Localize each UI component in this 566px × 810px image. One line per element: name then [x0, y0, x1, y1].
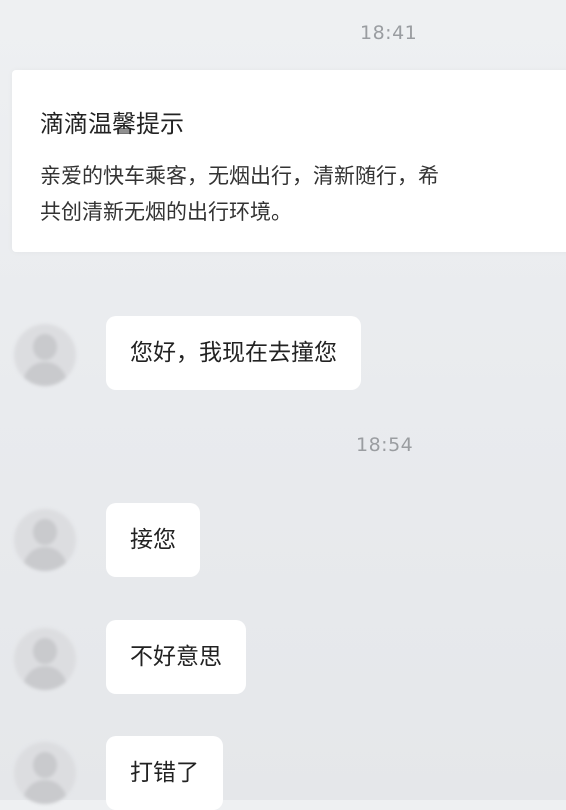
avatar-head-shape — [33, 519, 57, 545]
message-timestamp: 18:41 — [360, 22, 418, 44]
message-bubble[interactable]: 接您 — [106, 503, 200, 577]
notice-body: 亲爱的快车乘客，无烟出行，清新随行，希 共创清新无烟的出行环境。 — [40, 158, 566, 230]
avatar-shoulders-shape — [23, 780, 67, 804]
message-bubble[interactable]: 不好意思 — [106, 620, 246, 694]
avatar-shoulders-shape — [23, 362, 67, 386]
avatar-shoulders-shape — [23, 666, 67, 690]
avatar[interactable] — [14, 742, 76, 804]
system-notice-card: 滴滴温馨提示 亲爱的快车乘客，无烟出行，清新随行，希 共创清新无烟的出行环境。 — [12, 70, 566, 252]
avatar-head-shape — [33, 638, 57, 664]
notice-line: 共创清新无烟的出行环境。 — [40, 200, 292, 224]
notice-line: 亲爱的快车乘客，无烟出行，清新随行，希 — [40, 164, 439, 188]
message-bubble[interactable]: 您好，我现在去撞您 — [106, 316, 361, 390]
avatar-head-shape — [33, 752, 57, 778]
avatar[interactable] — [14, 509, 76, 571]
avatar[interactable] — [14, 628, 76, 690]
avatar[interactable] — [14, 324, 76, 386]
message-bubble[interactable]: 打错了 — [106, 736, 223, 810]
avatar-shoulders-shape — [23, 547, 67, 571]
chat-conversation: 18:41 滴滴温馨提示 亲爱的快车乘客，无烟出行，清新随行，希 共创清新无烟的… — [0, 0, 566, 810]
avatar-head-shape — [33, 334, 57, 360]
message-timestamp: 18:54 — [356, 434, 414, 456]
notice-title: 滴滴温馨提示 — [40, 110, 184, 138]
